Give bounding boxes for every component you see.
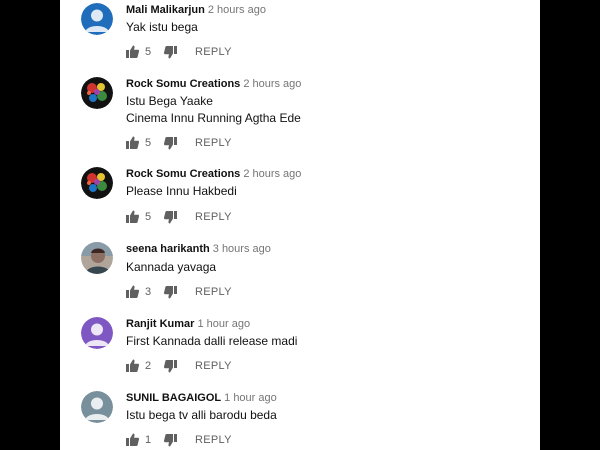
like-count: 3: [145, 286, 152, 298]
comment-author[interactable]: SUNIL BAGAIGOL: [126, 392, 221, 404]
thumbs-down-icon[interactable]: [164, 286, 177, 299]
comment-text: Istu Bega Yaake Cinema Innu Running Agth…: [126, 93, 301, 127]
person-icon: [81, 391, 113, 423]
reply-button[interactable]: REPLY: [195, 285, 232, 299]
avatar[interactable]: [81, 167, 113, 199]
reply-button[interactable]: REPLY: [195, 433, 232, 447]
thumbs-up-icon[interactable]: [126, 45, 139, 58]
comment-line: Please Innu Hakbedi: [126, 184, 237, 198]
person-icon: [81, 3, 113, 35]
comment-time[interactable]: 1 hour ago: [224, 392, 277, 404]
comment-header: SUNIL BAGAIGOL 1 hour ago: [126, 391, 277, 405]
comment-header: Ranjit Kumar 1 hour ago: [126, 317, 250, 331]
comment-time[interactable]: 2 hours ago: [243, 78, 301, 90]
comment-text: Yak istu bega: [126, 19, 198, 36]
thumbs-down-icon[interactable]: [164, 137, 177, 150]
comment-header: Mali Malikarjun 2 hours ago: [126, 3, 266, 17]
thumbs-down-icon[interactable]: [164, 434, 177, 447]
comment-text: Istu bega tv alli barodu beda: [126, 407, 277, 424]
comment-item: seena harikanth 3 hours ago Kannada yavag…: [60, 239, 540, 313]
comment-line: Istu Bega Yaake: [126, 94, 213, 108]
thumbs-up-icon[interactable]: [126, 359, 139, 372]
comment-header: seena harikanth 3 hours ago: [126, 242, 271, 256]
comment-text: Please Innu Hakbedi: [126, 183, 237, 200]
comment-item: Rock Somu Creations 2 hours ago Istu Bega…: [60, 74, 540, 150]
comment-item: Rock Somu Creations 2 hours ago Please In…: [60, 164, 540, 238]
like-count: 5: [145, 211, 152, 223]
comment-author[interactable]: Rock Somu Creations: [126, 168, 240, 180]
comment-line: Cinema Innu Running Agtha Ede: [126, 111, 301, 125]
comment-line: Istu bega tv alli barodu beda: [126, 408, 277, 422]
person-icon: [81, 317, 113, 349]
like-count: 5: [145, 137, 152, 149]
comment-text: First Kannada dalli release madi: [126, 333, 297, 350]
avatar[interactable]: [81, 242, 113, 274]
comment-header: Rock Somu Creations 2 hours ago: [126, 167, 301, 181]
reply-button[interactable]: REPLY: [195, 45, 232, 59]
thumbs-down-icon[interactable]: [164, 360, 177, 373]
avatar[interactable]: [81, 317, 113, 349]
comment-text: Kannada yavaga: [126, 259, 216, 276]
thumbs-down-icon[interactable]: [164, 46, 177, 59]
comment-time[interactable]: 1 hour ago: [197, 318, 250, 330]
avatar[interactable]: [81, 77, 113, 109]
comment-line: First Kannada dalli release madi: [126, 334, 298, 348]
reply-button[interactable]: REPLY: [195, 210, 232, 224]
reply-button[interactable]: REPLY: [195, 359, 232, 373]
comments-panel: Mali Malikarjun 2 hours ago Yak istu bega…: [60, 0, 540, 450]
thumbs-up-icon[interactable]: [126, 136, 139, 149]
comment-author[interactable]: Mali Malikarjun: [126, 4, 205, 16]
thumbs-up-icon[interactable]: [126, 433, 139, 446]
comment-header: Rock Somu Creations 2 hours ago: [126, 77, 301, 91]
like-count: 2: [145, 360, 152, 372]
photo-portrait: [81, 242, 113, 274]
comment-time[interactable]: 3 hours ago: [213, 243, 271, 255]
thumbs-down-icon[interactable]: [164, 211, 177, 224]
comment-line: Yak istu bega: [126, 20, 198, 34]
comment-time[interactable]: 2 hours ago: [208, 4, 266, 16]
thumbs-up-icon[interactable]: [126, 285, 139, 298]
colorful-splash-image: [81, 77, 113, 109]
reply-button[interactable]: REPLY: [195, 136, 232, 150]
thumbs-up-icon[interactable]: [126, 210, 139, 223]
avatar[interactable]: [81, 3, 113, 35]
comment-time[interactable]: 2 hours ago: [243, 168, 301, 180]
colorful-splash-image: [81, 167, 113, 199]
comment-author[interactable]: seena harikanth: [126, 243, 210, 255]
like-count: 1: [145, 434, 152, 446]
comment-item: SUNIL BAGAIGOL 1 hour ago Istu bega tv al…: [60, 388, 540, 450]
comment-line: Kannada yavaga: [126, 260, 217, 274]
comment-author[interactable]: Ranjit Kumar: [126, 318, 194, 330]
comment-author[interactable]: Rock Somu Creations: [126, 78, 240, 90]
avatar[interactable]: [81, 391, 113, 423]
like-count: 5: [145, 46, 152, 58]
comment-item: Mali Malikarjun 2 hours ago Yak istu bega…: [60, 0, 540, 74]
comment-item: Ranjit Kumar 1 hour ago First Kannada dal…: [60, 314, 540, 388]
